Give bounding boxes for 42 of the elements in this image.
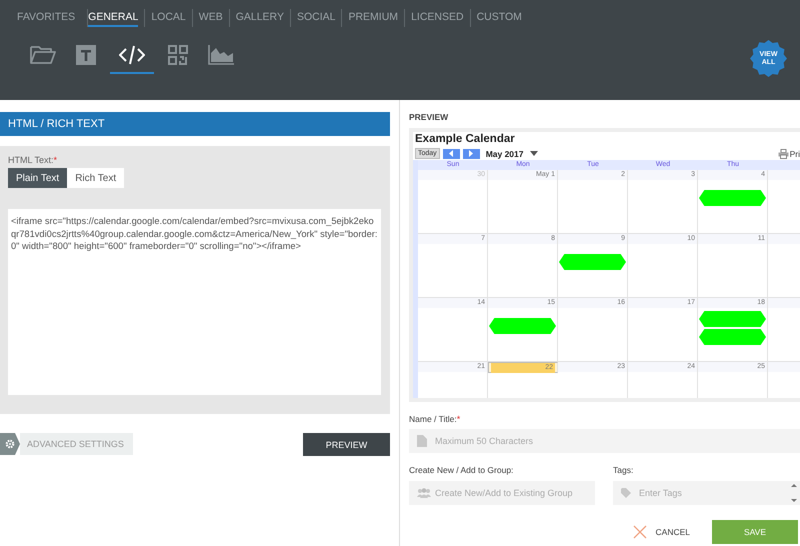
document-icon <box>417 435 427 447</box>
field-label: Tags: <box>613 464 634 477</box>
required-mark: * <box>54 155 58 165</box>
category-tab[interactable]: CUSTOM <box>470 9 528 27</box>
name-field[interactable]: Maximum 50 Characters <box>409 429 800 453</box>
save-button[interactable]: SAVE <box>712 520 798 544</box>
required-mark: * <box>456 414 460 424</box>
mode-tab[interactable]: Plain Text <box>8 168 68 188</box>
field-label: HTML Text: <box>8 155 54 165</box>
html-text-field[interactable]: <iframe src="https://calendar.google.com/calendar/embed?src=mvixusa.com_5ejbk2ekoqr781vdi0cs2jrtts%40group.calendar.google.com&ctz=America/New_York" style="border: 0" width="800" height="600" frameborder="0" scrolling="no"></iframe> <box>8 209 381 395</box>
printer-icon[interactable] <box>778 148 789 158</box>
tag-icon <box>621 488 632 498</box>
triangle-right-icon <box>469 150 474 157</box>
mode-tab[interactable]: Rich Text <box>67 168 124 188</box>
category-tab[interactable]: GENERAL <box>87 9 138 27</box>
category-tab[interactable]: SOCIAL <box>290 9 342 27</box>
caret-icon[interactable] <box>530 151 538 156</box>
previous-button[interactable] <box>442 148 460 158</box>
preview-button[interactable]: PREVIEW <box>303 433 390 456</box>
month-label: May 2017 <box>486 148 524 158</box>
calendar-title: Example Calendar <box>414 132 516 147</box>
section-header: HTML / RICH TEXT <box>0 112 390 136</box>
section-heading: PREVIEW <box>409 112 450 124</box>
advanced-settings-button[interactable]: ADVANCED SETTINGS <box>20 433 133 455</box>
category-tab[interactable]: LOCAL <box>144 9 192 27</box>
field-label: Name / Title: <box>409 414 457 424</box>
gear-icon[interactable] <box>0 433 20 455</box>
category-tab[interactable]: PREMIUM <box>341 9 404 27</box>
tags-field[interactable]: Enter Tags <box>613 481 800 505</box>
group-field[interactable]: Create New/Add to Existing Group <box>409 481 595 505</box>
close-icon <box>632 525 647 539</box>
cancel-button[interactable]: CANCEL <box>632 525 690 539</box>
field-label: Create New / Add to Group: <box>409 464 514 477</box>
category-tab[interactable]: LICENSED <box>404 9 470 27</box>
category-tab[interactable]: WEB <box>192 9 229 27</box>
triangle-left-icon <box>449 150 454 157</box>
category-tab[interactable]: GALLERY <box>228 9 290 27</box>
print-link[interactable]: Pri <box>790 148 800 158</box>
scroll-arrows-icon[interactable] <box>791 483 797 503</box>
next-button[interactable] <box>462 148 480 158</box>
category-tab[interactable]: FAVORITES <box>11 9 82 27</box>
users-icon <box>417 488 431 498</box>
